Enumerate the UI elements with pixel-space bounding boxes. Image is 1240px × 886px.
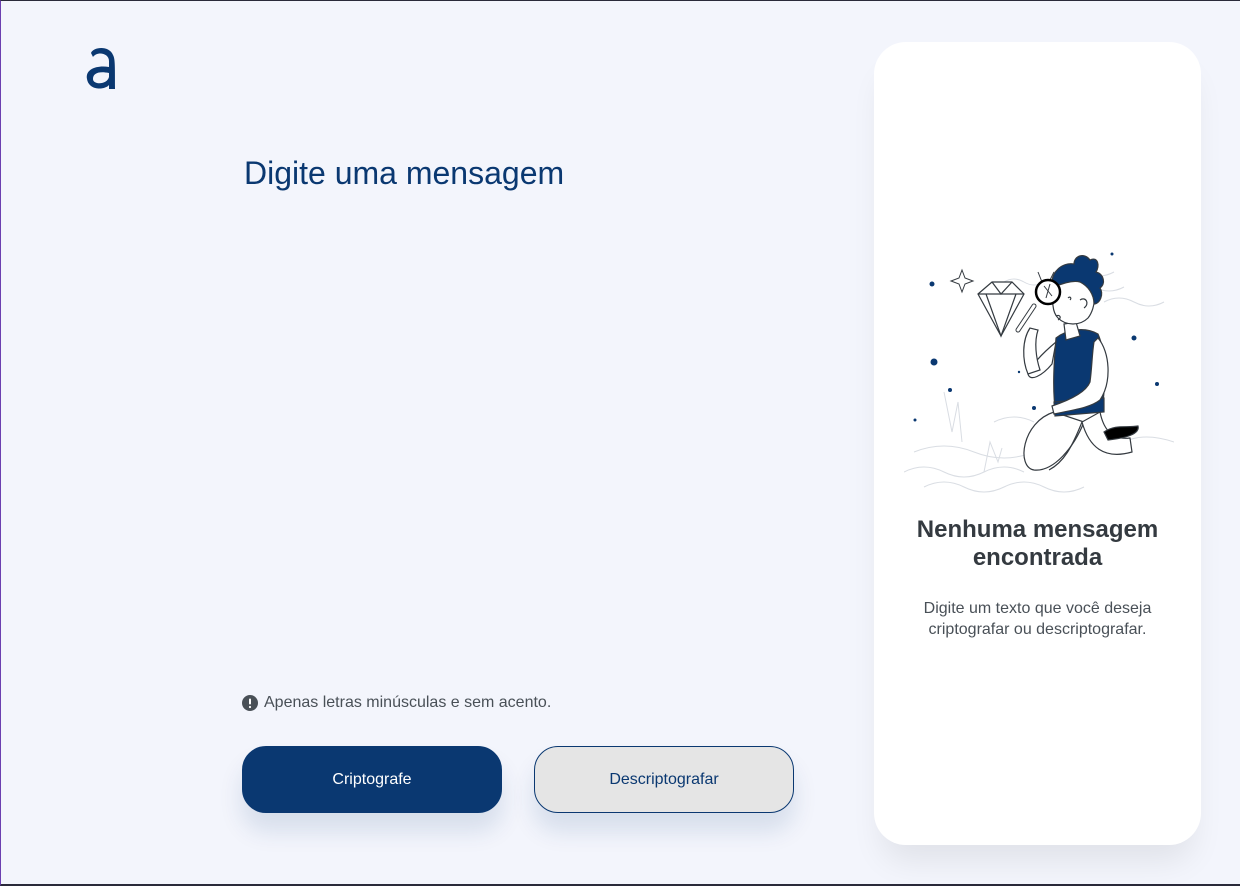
message-input[interactable] [244, 151, 804, 671]
hint-text: Apenas letras minúsculas e sem acento. [264, 694, 552, 711]
no-message-description: Digite um texto que você deseja criptogr… [923, 600, 1152, 638]
encrypt-button[interactable]: Criptografe [242, 746, 502, 813]
alura-logo-icon [86, 48, 115, 89]
output-panel: Nenhuma mensagem encontrada Digite um te… [874, 42, 1201, 845]
decrypt-button[interactable]: Descriptografar [534, 746, 794, 813]
no-message-title: Nenhuma mensagem encontrada [916, 516, 1159, 571]
exclamation-circle-icon [242, 695, 258, 711]
input-hint: Apenas letras minúsculas e sem acento. [242, 694, 551, 712]
person-magnifying-glass-illustration [904, 252, 1174, 493]
app-logo [83, 43, 119, 91]
